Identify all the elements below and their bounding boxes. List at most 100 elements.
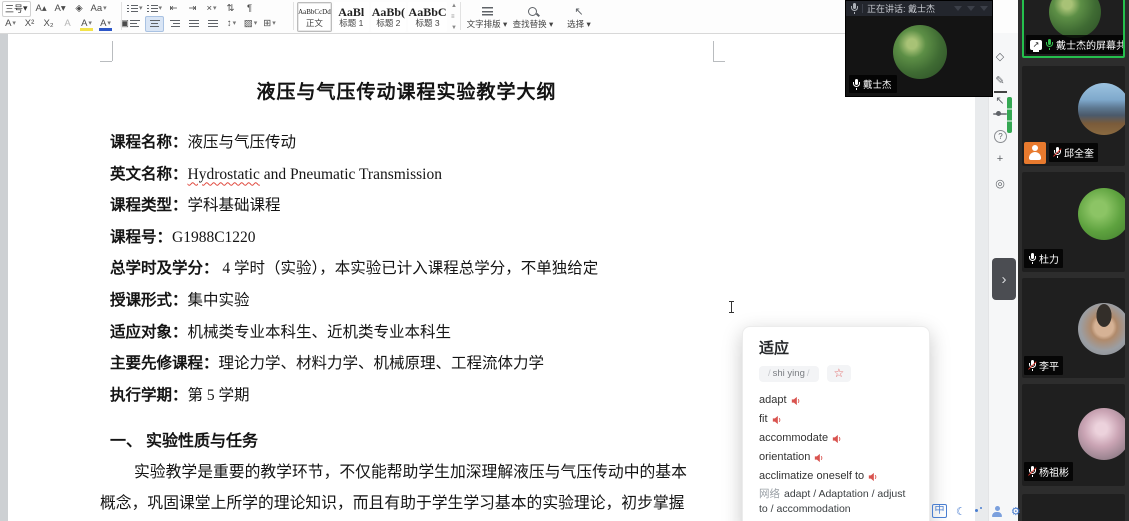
dictionary-word: 适应 — [759, 340, 913, 358]
search-icon — [527, 5, 539, 19]
doc-field-line: 总学时及学分： 4 学时（实验），本实验已计入课程总学分，不单独给定 — [100, 253, 713, 285]
doc-field-line: 课程号：G1988C1220 — [100, 222, 713, 254]
document-scrollbar[interactable] — [1007, 97, 1012, 133]
change-case-button[interactable]: Aa▾ — [90, 2, 108, 16]
participant-panel: ↗ 戴士杰的屏幕共享 邱全奎 杜力 李平 — [1018, 0, 1129, 521]
moon-icon[interactable]: ☾ — [956, 505, 966, 518]
text-effects-button[interactable]: ◈ — [71, 2, 88, 16]
document-body[interactable]: 液压与气压传动课程实验教学大纲 课程名称：液压与气压传动 英文名称：Hydros… — [100, 78, 713, 519]
speaker-icon[interactable] — [868, 472, 878, 482]
borders-button[interactable]: ⊞▾ — [261, 17, 278, 31]
find-replace-button[interactable]: 查找替换 ▾ — [510, 2, 556, 32]
align-center-button[interactable] — [145, 16, 164, 32]
speaker-icon[interactable] — [832, 434, 842, 444]
show-marks-button[interactable]: ¶ — [241, 2, 258, 16]
sort-button[interactable]: ⇅ — [222, 2, 239, 16]
mic-icon-active — [1045, 39, 1053, 50]
avatar — [1049, 0, 1101, 38]
target-icon[interactable]: ◎ — [989, 178, 1011, 190]
shrink-font-button[interactable]: A▾ — [52, 2, 69, 16]
speaker-icon[interactable] — [814, 453, 824, 463]
margin-crop-mark — [713, 61, 725, 62]
cursor-icon: ↖ — [574, 5, 583, 19]
ribbon-paragraph-group: ▾ ▾ ⇤ ⇥ ×▾ ⇅ ¶ ↕▾ ▨▾ ⊞▾ — [126, 1, 292, 32]
bullets-button[interactable]: ▾ — [126, 2, 144, 16]
doc-field-line: 执行学期：第 5 学期 — [100, 380, 713, 412]
style-heading2[interactable]: AaBb( 标题 2 — [371, 2, 406, 32]
screen-share-icon: ↗ — [1030, 40, 1042, 50]
highlight-color-button[interactable]: A▾ — [78, 17, 95, 31]
margin-crop-mark — [112, 41, 113, 61]
justify-button[interactable] — [185, 17, 202, 31]
participant-tile[interactable]: 李平 — [1022, 278, 1125, 378]
participant-tile[interactable]: 邱全奎 — [1022, 66, 1125, 166]
collapse-icon[interactable] — [967, 6, 975, 11]
user-icon[interactable] — [992, 506, 1002, 517]
numbering-button[interactable]: ▾ — [146, 2, 164, 16]
line-spacing-button[interactable]: ↕▾ — [223, 17, 240, 31]
speaker-window-titlebar[interactable]: 正在讲话: 戴士杰 — [846, 1, 992, 16]
ribbon-font-group: 三号▾ A▴ A▾ ◈ Aa▾ A▾ X² X₂ A A▾ A▾ ▣ — [2, 1, 118, 32]
participant-tile-screen-share[interactable]: ↗ 戴士杰的屏幕共享 — [1022, 0, 1125, 58]
collapse-icon[interactable] — [954, 6, 962, 11]
participant-name-tag: 李平 — [1024, 356, 1063, 375]
mic-icon — [852, 79, 860, 90]
dictionary-entry: acclimatize oneself to — [759, 467, 913, 486]
doc-field-line: 主要先修课程：理论力学、材料力学、机械原理、工程流体力学 — [100, 348, 713, 380]
ribbon-editing-group: 文字排版 ▾ 查找替换 ▾ ↖ 选择 ▾ — [464, 1, 614, 32]
font-color-button[interactable]: A▾ — [97, 17, 114, 31]
subscript-button[interactable]: X₂ — [40, 17, 57, 31]
asian-layout-button[interactable]: ×▾ — [203, 2, 220, 16]
avatar — [1078, 188, 1125, 240]
speaker-icon[interactable] — [772, 415, 782, 425]
collapse-icon[interactable] — [980, 6, 988, 11]
comment-add-icon[interactable]: + — [989, 153, 1011, 165]
styles-scroll[interactable]: ▲≡▼ — [449, 3, 457, 31]
style-heading1[interactable]: AaBl 标题 1 — [334, 2, 369, 32]
select-button[interactable]: ↖ 选择 ▾ — [556, 2, 602, 32]
align-left-button[interactable] — [126, 17, 143, 31]
increase-indent-button[interactable]: ⇥ — [184, 2, 201, 16]
favorite-star-icon[interactable]: ☆ — [827, 365, 852, 382]
clear-format-button[interactable]: A — [59, 17, 76, 31]
text-cursor — [731, 301, 732, 313]
style-normal[interactable]: AaBbCcDd 正文 — [297, 2, 332, 32]
dictionary-entry: accommodate — [759, 429, 913, 448]
distribute-button[interactable] — [204, 17, 221, 31]
person-icon — [1029, 145, 1041, 161]
participant-tile[interactable]: 杜力 — [1022, 172, 1125, 272]
gear-icon[interactable]: ⚙ — [1011, 505, 1021, 518]
font-color-alt-button[interactable]: A▾ — [2, 17, 19, 31]
grow-font-button[interactable]: A▴ — [33, 2, 50, 16]
mic-icon-muted — [1053, 147, 1061, 158]
panel-expand-button[interactable]: › — [992, 258, 1016, 300]
dictionary-popup: 适应 shi ying ☆ adapt fit accommodate orie… — [742, 326, 930, 521]
participant-tile[interactable] — [1022, 494, 1125, 521]
ime-language-indicator[interactable]: 中 — [932, 504, 947, 518]
help-icon[interactable]: ? — [994, 130, 1007, 143]
slider-icon[interactable] — [993, 113, 1007, 115]
ribbon-separator — [121, 2, 122, 30]
participant-tile[interactable]: 杨祖彬 — [1022, 384, 1125, 486]
pen-color-bar — [994, 91, 1007, 93]
pinyin-pill: shi ying — [759, 366, 819, 382]
voice-input-icon[interactable] — [975, 507, 983, 515]
speaker-name-tag: 戴士杰 — [849, 75, 897, 93]
doc-field-line: 课程类型：学科基础课程 — [100, 190, 713, 222]
styles-gallery: AaBbCcDd 正文 AaBl 标题 1 AaBb( 标题 2 AaBbC 标… — [297, 1, 457, 32]
style-heading3[interactable]: AaBbC 标题 3 — [408, 2, 447, 32]
align-right-button[interactable] — [166, 17, 183, 31]
mic-icon — [850, 3, 858, 14]
speaker-icon[interactable] — [791, 396, 801, 406]
page-right-gutter — [975, 33, 988, 521]
decrease-indent-button[interactable]: ⇤ — [165, 2, 182, 16]
screen: 三号▾ A▴ A▾ ◈ Aa▾ A▾ X² X₂ A A▾ A▾ ▣ ▾ ▾ — [0, 0, 1129, 521]
text-layout-icon — [482, 5, 493, 19]
text-layout-button[interactable]: 文字排版 ▾ — [464, 2, 510, 32]
floating-speaker-window[interactable]: 正在讲话: 戴士杰 戴士杰 — [845, 0, 993, 97]
font-size-select[interactable]: 三号▾ — [2, 1, 31, 17]
doc-field-line: 适应对象：机械类专业本科生、近机类专业本科生 — [100, 317, 713, 349]
window-controls[interactable] — [954, 6, 988, 11]
shading-button[interactable]: ▨▾ — [242, 17, 259, 31]
superscript-button[interactable]: X² — [21, 17, 38, 31]
